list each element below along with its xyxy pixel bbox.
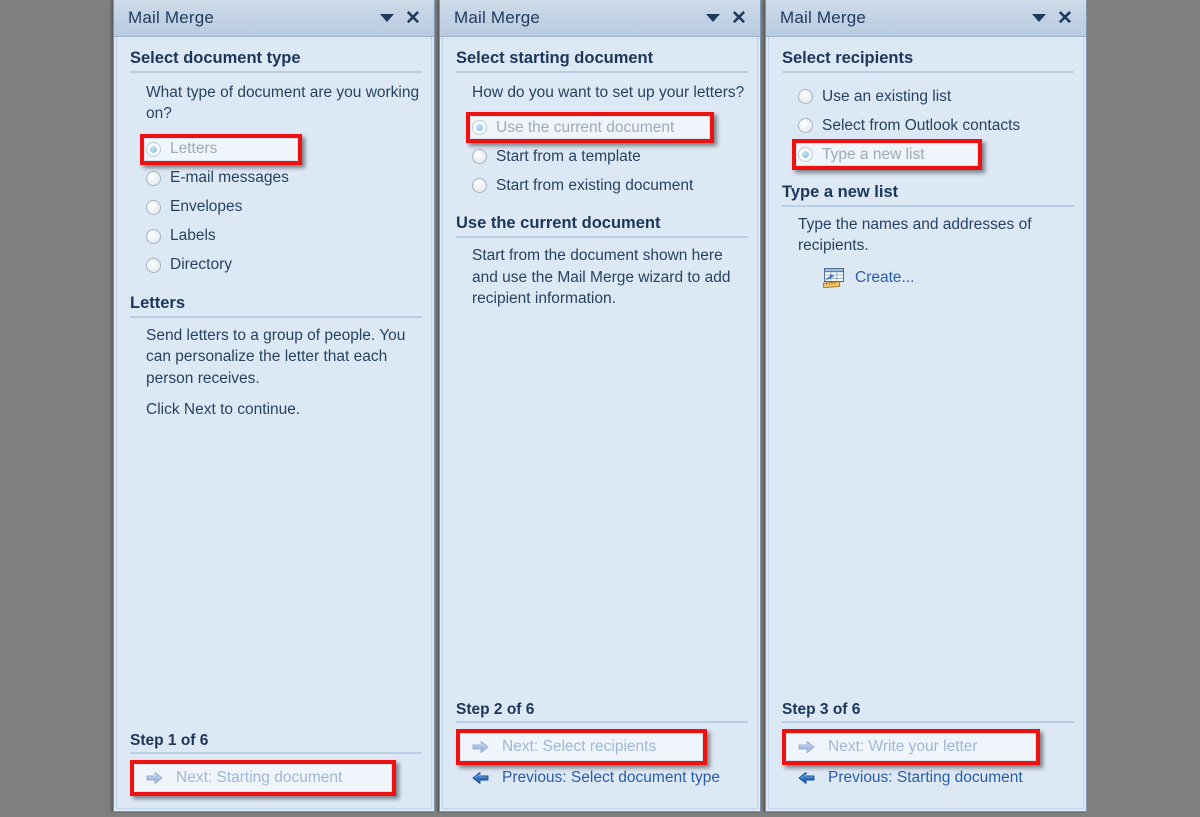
arrow-right-icon: [146, 771, 163, 785]
nav-link-label: Next: Starting document: [176, 768, 343, 786]
nav-link-label: Next: Select recipients: [502, 737, 657, 755]
panel-titlebar: Mail Merge ✕: [114, 0, 434, 37]
mail-merge-panel-step1: Mail Merge ✕ Select document type What type…: [113, 0, 435, 812]
prompt-text: How do you want to set up your letters?: [472, 84, 745, 101]
nav-link-previous[interactable]: Previous: Starting document: [782, 762, 1074, 793]
detail-paragraph: Send letters to a group of people. You c…: [146, 326, 406, 387]
section-heading: Select starting document: [456, 49, 748, 73]
radio-selected-icon[interactable]: [146, 141, 161, 157]
radio-unselected-icon[interactable]: [146, 228, 161, 244]
radio-option[interactable]: Labels: [146, 222, 422, 251]
arrow-left-icon: [798, 771, 815, 785]
nav-link-label: Previous: Select document type: [502, 768, 720, 786]
mail-merge-wizard-panels: Mail Merge ✕ Select document type What type…: [0, 0, 1200, 817]
radio-option-label: Use an existing list: [822, 87, 952, 105]
radio-option-label: Start from existing document: [496, 176, 694, 194]
radio-unselected-icon[interactable]: [146, 170, 161, 186]
radio-option-label: Directory: [170, 256, 233, 274]
chevron-down-icon[interactable]: [376, 7, 398, 29]
radio-option-label: Start from a template: [496, 147, 641, 165]
radio-option[interactable]: Use an existing list: [798, 82, 1074, 111]
mail-merge-panel-step3: Mail Merge ✕ Select recipients Use an exist…: [765, 0, 1087, 812]
nav-link-next[interactable]: Next: Select recipients: [456, 729, 748, 765]
panel-footer: Step 3 of 6 Next: Write your letter Previo…: [766, 701, 1086, 811]
radio-selected-icon[interactable]: [472, 120, 487, 136]
mail-merge-panel-step2: Mail Merge ✕ Select starting document How d…: [439, 0, 761, 812]
close-icon[interactable]: ✕: [402, 7, 424, 29]
detail-heading: Use the current document: [456, 214, 748, 239]
detail-paragraph: Click Next to continue.: [146, 400, 301, 418]
panel-title: Mail Merge: [454, 8, 541, 27]
panel-titlebar: Mail Merge ✕: [440, 0, 760, 37]
section-heading: Select document type: [130, 49, 422, 73]
panel-body: Select recipients Use an existing list Sel…: [766, 37, 1086, 701]
radio-option-label: Labels: [170, 227, 216, 245]
detail-heading: Type a new list: [782, 183, 1074, 207]
radio-option-label: Select from Outlook contacts: [822, 116, 1021, 134]
arrow-right-icon: [798, 740, 815, 754]
create-list-link[interactable]: Create...: [822, 267, 1074, 289]
nav-link-next[interactable]: Next: Write your letter: [782, 729, 1074, 765]
radio-option[interactable]: Select from Outlook contacts: [798, 111, 1074, 140]
radio-option-label: E-mail messages: [170, 169, 289, 187]
radio-unselected-icon[interactable]: [472, 178, 487, 194]
close-icon[interactable]: ✕: [728, 7, 750, 29]
radio-unselected-icon[interactable]: [146, 199, 161, 215]
radio-option-label: Type a new list: [822, 145, 925, 163]
radio-option[interactable]: E-mail messages: [146, 164, 422, 193]
detail-heading: Letters: [130, 294, 422, 318]
panel-title: Mail Merge: [128, 8, 215, 27]
step-indicator: Step 3 of 6: [782, 701, 1074, 723]
radio-option[interactable]: Letters: [140, 133, 422, 165]
chevron-down-icon[interactable]: [1028, 7, 1050, 29]
radio-group: Use an existing list Select from Outlook …: [792, 82, 1074, 170]
radio-option[interactable]: Use the current document: [466, 112, 748, 144]
detail-paragraph: Type the names and addresses of recipien…: [798, 216, 1032, 255]
panel-footer: Step 2 of 6 Next: Select recipients Previo…: [440, 701, 760, 811]
radio-group: Use the current document Start from a tem…: [466, 112, 748, 200]
chevron-down-icon[interactable]: [702, 7, 724, 29]
radio-option[interactable]: Type a new list: [792, 139, 1074, 170]
nav-link-next[interactable]: Next: Starting document: [130, 760, 422, 796]
step-indicator: Step 1 of 6: [130, 732, 422, 754]
new-address-list-icon: [822, 267, 846, 289]
detail-paragraph: Start from the document shown here and u…: [472, 247, 731, 308]
radio-selected-icon[interactable]: [798, 147, 813, 162]
radio-unselected-icon[interactable]: [798, 118, 813, 133]
radio-option-label: Letters: [170, 140, 218, 158]
radio-group: Letters E-mail messages Envelopes Labels Dir…: [140, 133, 422, 280]
nav-link-label: Previous: Starting document: [828, 768, 1023, 786]
radio-unselected-icon[interactable]: [146, 257, 161, 273]
nav-link-label: Next: Write your letter: [828, 737, 978, 755]
prompt-text: What type of document are you working on…: [146, 84, 420, 123]
panel-body: Select document type What type of documen…: [114, 37, 434, 732]
panel-title: Mail Merge: [780, 8, 867, 27]
radio-unselected-icon[interactable]: [472, 149, 487, 165]
create-list-label: Create...: [855, 268, 915, 286]
panel-body: Select starting document How do you want …: [440, 37, 760, 701]
panel-footer: Step 1 of 6 Next: Starting document: [114, 732, 434, 811]
radio-option[interactable]: Directory: [146, 251, 422, 280]
nav-link-previous[interactable]: Previous: Select document type: [456, 762, 748, 793]
panel-titlebar: Mail Merge ✕: [766, 0, 1086, 37]
step-indicator: Step 2 of 6: [456, 701, 748, 723]
radio-option[interactable]: Start from existing document: [472, 171, 748, 200]
radio-option-label: Envelopes: [170, 198, 243, 216]
section-heading: Select recipients: [782, 49, 1074, 73]
arrow-right-icon: [472, 740, 489, 754]
radio-option[interactable]: Start from a template: [472, 142, 748, 171]
radio-option[interactable]: Envelopes: [146, 193, 422, 222]
arrow-left-icon: [472, 771, 489, 785]
radio-option-label: Use the current document: [496, 118, 675, 136]
close-icon[interactable]: ✕: [1054, 7, 1076, 29]
highlight-box: [140, 133, 302, 165]
radio-unselected-icon[interactable]: [798, 89, 813, 104]
